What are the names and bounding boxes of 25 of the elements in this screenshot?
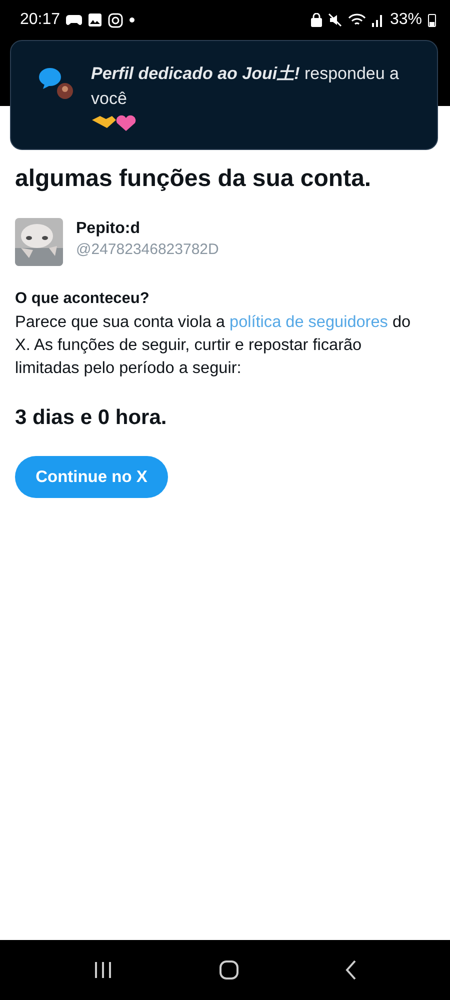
image-icon	[88, 13, 102, 27]
home-icon[interactable]	[219, 960, 239, 980]
mute-icon	[328, 13, 342, 27]
limit-duration: 3 dias e 0 hora.	[15, 406, 168, 430]
camera-icon	[108, 12, 124, 28]
continue-button[interactable]: Continue no X	[15, 456, 168, 498]
chat-bubble-icon	[39, 67, 75, 101]
explanation-text: Parece que sua conta viola a política de seguidores do X. As funções de seguir, curtir e repostar ficarão limitadas pelo período a seguir:	[15, 312, 412, 379]
section-heading: O que aconteceu?	[15, 290, 150, 308]
account-handle: @24782346823782D	[76, 241, 219, 258]
title-line: algumas funções da sua conta.	[15, 164, 372, 194]
notification-card[interactable]: Perfil dedicado ao Joui土! respondeu a você	[10, 40, 438, 150]
account-name: Pepito:d	[76, 220, 141, 238]
wifi-icon	[348, 13, 366, 27]
clock: 20:17	[20, 11, 60, 29]
policy-link[interactable]: política de seguidores	[230, 313, 388, 331]
signal-icon	[372, 13, 384, 27]
recent-apps-icon[interactable]	[93, 961, 113, 979]
lock-icon	[310, 13, 322, 27]
back-icon[interactable]	[345, 960, 357, 980]
notification-message: Perfil dedicado ao Joui土! respondeu a você	[91, 63, 400, 110]
game-controller-icon	[66, 14, 82, 26]
battery-percentage: 33%	[390, 11, 422, 29]
dot-icon	[129, 17, 136, 23]
battery-icon	[428, 13, 436, 27]
